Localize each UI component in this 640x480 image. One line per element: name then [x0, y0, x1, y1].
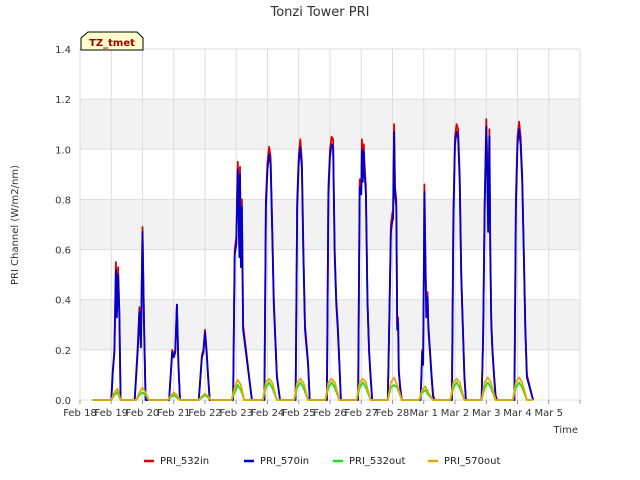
x-tick-label: Mar 5	[535, 408, 563, 419]
y-axis-title: PRI Channel (W/m2/nm)	[10, 165, 21, 285]
chart-title: Tonzi Tower PRI	[270, 5, 370, 20]
y-tick-label: 0.2	[55, 346, 71, 357]
legend-label: PRI_532out	[349, 456, 405, 467]
y-tick-label: 1.0	[55, 145, 71, 156]
x-tick-label: Feb 28	[376, 408, 410, 419]
x-tick-label: Feb 27	[344, 408, 378, 419]
x-tick-label: Feb 23	[219, 408, 253, 419]
x-tick-label: Feb 21	[157, 408, 191, 419]
legend-label: PRI_570in	[260, 456, 309, 467]
y-tick-label: 1.2	[55, 95, 71, 106]
legend-label: PRI_532in	[160, 456, 209, 467]
annotation-label: TZ_tmet	[89, 38, 135, 49]
legend-label: PRI_570out	[444, 456, 500, 467]
x-tick-label: Feb 18	[63, 408, 97, 419]
y-tick-label: 0.6	[55, 246, 71, 257]
y-tick-label: 0.4	[55, 296, 71, 307]
x-tick-label: Mar 2	[441, 408, 469, 419]
y-tick-label: 0.0	[55, 396, 71, 407]
pri-chart: Tonzi Tower PRI 0.0 0.2 0.4 0.6 0.8 1.0 1.2 1.4…	[0, 0, 640, 480]
x-tick-label: Feb 20	[126, 408, 160, 419]
x-tick-label: Mar 4	[503, 408, 531, 419]
annotation-box: TZ_tmet	[80, 31, 144, 51]
x-tick-label: Feb 24	[251, 408, 285, 419]
x-tick-label: Feb 26	[313, 408, 347, 419]
x-tick-label: Mar 1	[410, 408, 438, 419]
x-tick-label: Feb 22	[188, 408, 222, 419]
x-tick-label: Feb 19	[94, 408, 128, 419]
y-tick-label: 0.8	[55, 195, 71, 206]
y-tick-label: 1.4	[55, 45, 71, 56]
x-tick-label: Feb 25	[282, 408, 316, 419]
x-tick-label: Mar 3	[472, 408, 500, 419]
x-axis-title: Time	[553, 425, 578, 436]
